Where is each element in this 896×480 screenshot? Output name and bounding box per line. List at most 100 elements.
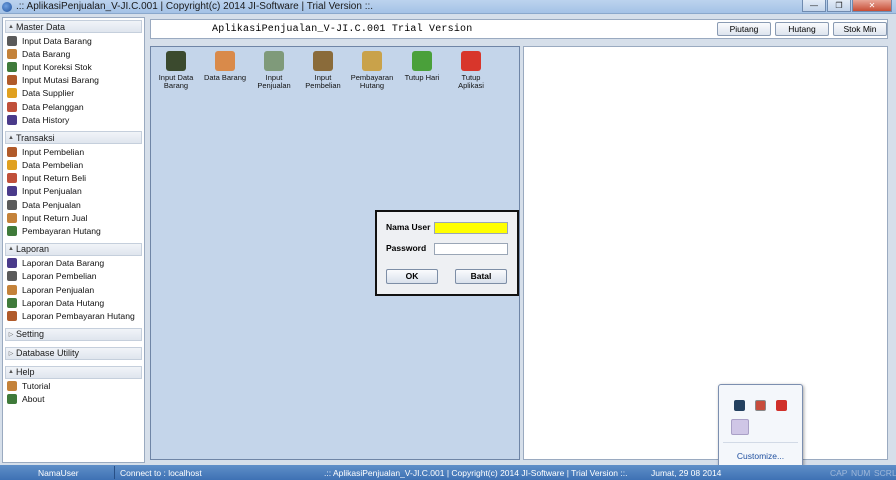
sidebar-item-laporan-data-hutang[interactable]: Laporan Data Hutang [3, 296, 144, 309]
toolbar-label: Input Penjualan [257, 73, 291, 90]
sidebar-item-laporan-data-barang[interactable]: Laporan Data Barang [3, 257, 144, 270]
minimize-button[interactable]: — [802, 0, 826, 12]
toolbar-input-penjualan-button[interactable]: Input Penjualan [251, 49, 297, 90]
app-icon[interactable] [2, 1, 12, 12]
sidebar-item-tutorial[interactable]: Tutorial [3, 380, 144, 393]
tray-pen-icon[interactable] [731, 419, 749, 435]
sidebar-item-data-barang[interactable]: Data Barang [3, 47, 144, 60]
right-panel [523, 46, 888, 460]
sidebar-item-label: Laporan Penjualan [22, 284, 95, 295]
cancel-button[interactable]: Batal [455, 269, 507, 284]
toolbar-label: Input Pembelian [305, 73, 341, 90]
sidebar-item-input-data-barang[interactable]: Input Data Barang [3, 34, 144, 47]
sidebar-item-laporan-pembayaran-hutang[interactable]: Laporan Pembayaran Hutang [3, 309, 144, 322]
sidebar-item-data-pembelian[interactable]: Data Pembelian [3, 159, 144, 172]
input-return-jual-icon [7, 212, 17, 223]
tray-network-icon[interactable] [734, 400, 745, 411]
sidebar-item-label: Laporan Data Barang [22, 258, 105, 269]
sidebar-item-label: Data Pelanggan [22, 101, 84, 112]
section-help[interactable]: ▲ Help [5, 365, 142, 379]
customize-link[interactable]: Customize... [719, 451, 802, 461]
tutorial-icon [7, 381, 17, 392]
tray-antivirus-icon[interactable] [776, 400, 787, 411]
section-master-data[interactable]: ▲ Master Data [5, 20, 142, 33]
toolbar-label: Tutup Aplikasi [458, 73, 484, 90]
sidebar-item-input-penjualan[interactable]: Input Penjualan [3, 185, 144, 198]
title-bar: .:: AplikasiPenjualan_V-JI.C.001 | Copyr… [0, 0, 896, 14]
laporan-data-barang-icon [7, 258, 17, 269]
piutang-button[interactable]: Piutang [717, 22, 771, 36]
data-pembelian-icon [7, 160, 17, 171]
sidebar-item-label: Data Penjualan [22, 199, 81, 210]
username-input[interactable] [434, 222, 508, 234]
sidebar-item-data-penjualan[interactable]: Data Penjualan [3, 198, 144, 211]
stok-min-button[interactable]: Stok Min [833, 22, 887, 36]
expand-arrow-icon: ▷ [8, 331, 14, 338]
section-title: Setting [16, 329, 45, 340]
section-transaksi[interactable]: ▲ Transaksi [5, 131, 142, 145]
collapse-arrow-icon: ▲ [8, 369, 14, 376]
header-bar: AplikasiPenjualan_V-JI.C.001 Trial Versi… [150, 19, 888, 39]
data-pelanggan-icon [7, 101, 17, 112]
sidebar-item-laporan-pembelian[interactable]: Laporan Pembelian [3, 270, 144, 283]
pembayaran-hutang-icon [7, 226, 17, 237]
toolbar-pembayaran-hutang-button[interactable]: Pembayaran Hutang [349, 49, 395, 90]
status-divider [114, 466, 115, 479]
sidebar-item-label: Data Pembelian [22, 160, 84, 171]
status-app-info: .:: AplikasiPenjualan_V-JI.C.001 | Copyr… [324, 468, 628, 478]
sidebar-item-label: Data History [22, 114, 70, 125]
sidebar-item-input-mutasi-barang[interactable]: Input Mutasi Barang [3, 74, 144, 87]
status-caps: CAP [830, 468, 848, 478]
section-title: Database Utility [16, 348, 80, 359]
sidebar-item-label: Data Supplier [22, 88, 75, 99]
tray-overflow-popup: Customize... [718, 384, 803, 471]
input-penjualan-icon [264, 51, 284, 71]
data-penjualan-icon [7, 199, 17, 210]
hutang-button[interactable]: Hutang [775, 22, 829, 36]
toolbar-data-barang-button[interactable]: Data Barang [202, 49, 248, 82]
password-label: Password [386, 243, 427, 253]
input-data-barang-icon [166, 51, 186, 71]
app-title: AplikasiPenjualan_V-JI.C.001 Trial Versi… [212, 24, 473, 35]
sidebar-item-pembayaran-hutang[interactable]: Pembayaran Hutang [3, 224, 144, 237]
section-setting[interactable]: ▷ Setting [5, 327, 142, 341]
sidebar-item-input-pembelian[interactable]: Input Pembelian [3, 145, 144, 158]
maximize-button[interactable]: ❐ [827, 0, 851, 12]
sidebar-item-label: Input Penjualan [22, 186, 82, 197]
toolbar-input-data-barang-button[interactable]: Input Data Barang [153, 49, 199, 90]
close-button[interactable]: ✕ [852, 0, 892, 12]
data-barang-icon [7, 48, 17, 59]
toolbar-label: Tutup Hari [404, 73, 440, 82]
sidebar-item-laporan-penjualan[interactable]: Laporan Penjualan [3, 283, 144, 296]
sidebar-item-input-return-jual[interactable]: Input Return Jual [3, 211, 144, 224]
ok-button[interactable]: OK [386, 269, 438, 284]
sidebar-item-data-history[interactable]: Data History [3, 113, 144, 126]
section-database-utility[interactable]: ▷ Database Utility [5, 346, 142, 360]
toolbar-tutup-hari-button[interactable]: Tutup Hari [399, 49, 445, 82]
password-input[interactable] [434, 243, 508, 255]
input-pembelian-icon [7, 146, 17, 157]
window-title: .:: AplikasiPenjualan_V-JI.C.001 | Copyr… [16, 1, 374, 12]
laporan-data-hutang-icon [7, 297, 17, 308]
sidebar-item-label: Pembayaran Hutang [22, 226, 101, 237]
input-penjualan-icon [7, 186, 17, 197]
sidebar-item-data-pelanggan[interactable]: Data Pelanggan [3, 100, 144, 113]
sidebar-item-input-return-beli[interactable]: Input Return Beli [3, 172, 144, 185]
toolbar-input-pembelian-button[interactable]: Input Pembelian [300, 49, 346, 90]
sidebar-item-label: Input Data Barang [22, 35, 92, 46]
sidebar-item-label: Laporan Pembelian [22, 271, 97, 282]
data-supplier-icon [7, 88, 17, 99]
sidebar-item-about[interactable]: About [3, 393, 144, 406]
laporan-pembelian-icon [7, 271, 17, 282]
tray-app-icon[interactable] [755, 400, 766, 411]
toolbar-tutup-aplikasi-button[interactable]: Tutup Aplikasi [448, 49, 494, 90]
window-controls: — ❐ ✕ [802, 0, 892, 12]
login-dialog: Nama User Password OK Batal [375, 210, 519, 296]
sidebar-item-data-supplier[interactable]: Data Supplier [3, 87, 144, 100]
section-laporan[interactable]: ▲ Laporan [5, 242, 142, 256]
sidebar-item-label: Laporan Pembayaran Hutang [22, 310, 135, 321]
sidebar-item-input-koreksi-stok[interactable]: Input Koreksi Stok [3, 60, 144, 73]
